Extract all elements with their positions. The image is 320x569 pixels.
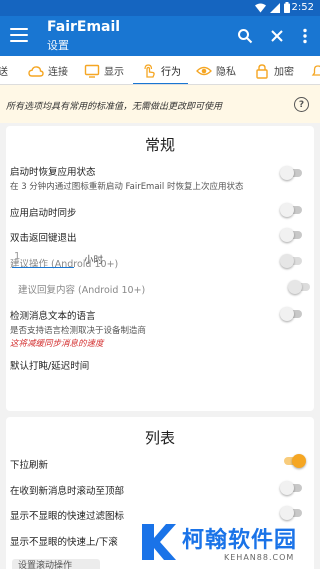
tab-label: 显示 bbox=[104, 67, 124, 78]
tab-label: 送 bbox=[0, 63, 8, 78]
cloud-icon bbox=[28, 65, 44, 77]
detect-language-warning: 这将减缓同步消息的速度 bbox=[10, 339, 104, 349]
wifi-icon bbox=[255, 3, 266, 12]
quick-filter-label: 显示不显眼的快速过滤图标 bbox=[10, 511, 125, 522]
app-subtitle: 设置 bbox=[47, 39, 69, 52]
sync-on-launch-label: 应用启动时同步 bbox=[10, 208, 77, 219]
battery-icon bbox=[284, 2, 290, 13]
app-bar: FairEmail 设置 bbox=[0, 16, 320, 56]
tab-next-partial[interactable] bbox=[310, 56, 320, 84]
scroll-top-label: 在收到新消息时滚动至顶部 bbox=[10, 486, 125, 497]
help-icon[interactable]: ? bbox=[294, 97, 309, 112]
restore-state-switch[interactable] bbox=[280, 166, 304, 180]
app-title: FairEmail bbox=[47, 19, 121, 35]
quick-scroll-label: 显示不显眼的快速上/下滚 bbox=[10, 537, 118, 548]
status-bar: 2:52 bbox=[0, 0, 320, 16]
list-title: 列表 bbox=[144, 429, 175, 447]
tab-display[interactable]: 显示 bbox=[84, 56, 124, 84]
general-card: 常规 启动时恢复应用状态 在 3 分钟内通过图标重新启动 FairEmail 时… bbox=[6, 126, 314, 411]
general-title: 常规 bbox=[144, 136, 175, 154]
menu-icon[interactable] bbox=[10, 26, 28, 44]
tab-label: 加密 bbox=[274, 67, 294, 78]
tab-label: 连接 bbox=[48, 67, 68, 78]
snooze-hours-input[interactable]: 1 bbox=[12, 248, 74, 268]
search-icon[interactable] bbox=[234, 25, 256, 47]
watermark: 柯翰软件园 KEHAN88.COM bbox=[138, 516, 318, 568]
pull-refresh-switch[interactable] bbox=[282, 454, 306, 468]
default-snooze-label: 默认打盹/延迟时间 bbox=[10, 361, 90, 372]
pull-refresh-label: 下拉刷新 bbox=[10, 460, 49, 471]
clock: 2:52 bbox=[291, 2, 314, 13]
double-back-label: 双击返回键退出 bbox=[10, 233, 77, 244]
scroll-actions-button[interactable]: 设置滚动操作 bbox=[12, 559, 100, 569]
snooze-unit-label: 小时 bbox=[84, 255, 104, 266]
settings-tabs: 送 连接 显示 行为 隐私 加密 bbox=[0, 56, 320, 85]
more-vert-icon[interactable] bbox=[294, 25, 316, 47]
close-icon[interactable] bbox=[266, 25, 288, 47]
eye-icon bbox=[196, 66, 212, 75]
suggest-replies-switch[interactable] bbox=[288, 280, 312, 294]
lock-icon bbox=[256, 63, 268, 79]
watermark-logo-icon bbox=[142, 524, 176, 560]
suggest-replies-label: 建议回复内容 (Android 10+) bbox=[18, 285, 146, 296]
tab-label: 行为 bbox=[161, 67, 181, 78]
touch-icon bbox=[144, 63, 155, 78]
monitor-icon bbox=[84, 64, 100, 78]
signal-icon bbox=[270, 2, 280, 13]
hint-text: 所有选项均具有常用的标准值，无需做出更改即可使用 bbox=[6, 102, 223, 112]
tab-privacy[interactable]: 隐私 bbox=[196, 56, 236, 84]
tab-connection[interactable]: 连接 bbox=[28, 56, 68, 84]
watermark-domain: KEHAN88.COM bbox=[224, 553, 295, 562]
bell-icon bbox=[311, 64, 320, 76]
restore-desc: 在 3 分钟内通过图标重新启动 FairEmail 时恢复上次应用状态 bbox=[10, 182, 244, 192]
restore-label: 启动时恢复应用状态 bbox=[10, 167, 96, 178]
tab-encryption[interactable]: 加密 bbox=[254, 56, 294, 84]
hint-banner: 所有选项均具有常用的标准值，无需做出更改即可使用 ? bbox=[0, 85, 320, 123]
detect-language-label: 检测消息文本的语言 bbox=[10, 311, 96, 322]
double-back-switch[interactable] bbox=[280, 228, 304, 242]
tab-behavior[interactable]: 行为 bbox=[141, 56, 181, 84]
detect-language-switch[interactable] bbox=[280, 307, 304, 321]
tab-label: 隐私 bbox=[216, 67, 236, 78]
detect-language-desc: 是否支持语言检测取决于设备制造商 bbox=[10, 326, 147, 336]
status-icons bbox=[255, 2, 290, 13]
tab-send[interactable]: 送 bbox=[0, 56, 8, 84]
suggest-actions-switch[interactable] bbox=[280, 254, 304, 268]
watermark-text: 柯翰软件园 bbox=[182, 528, 298, 553]
sync-on-launch-switch[interactable] bbox=[280, 203, 304, 217]
scroll-top-switch[interactable] bbox=[280, 481, 304, 495]
